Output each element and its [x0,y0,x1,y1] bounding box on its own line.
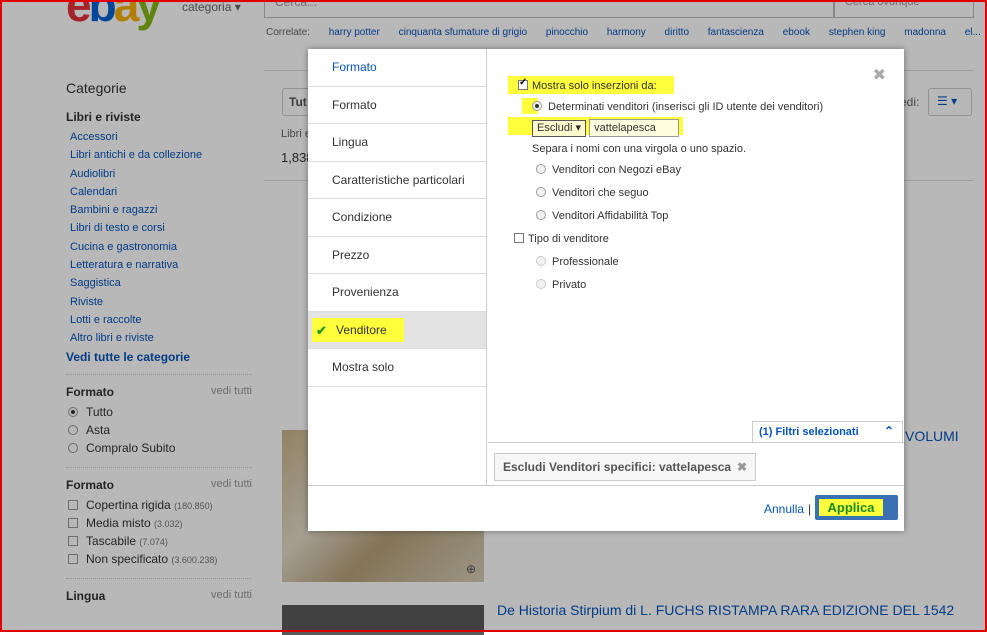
include-exclude-select[interactable]: Escludi ▾ [532,120,587,137]
nav-item-lingua[interactable]: Lingua [308,124,486,162]
nav-item-provenienza[interactable]: Provenienza [308,274,486,312]
radio-icon [536,256,546,266]
radio-icon [536,187,546,197]
radio-icon [536,279,546,289]
checkbox-icon [514,233,524,243]
cancel-link[interactable]: Annulla [764,502,804,516]
chevron-up-icon: ⌃ [883,424,894,438]
seller-option-radio[interactable]: Venditori con Negozi eBay [536,164,681,176]
radio-icon [536,164,546,174]
nav-item-prezzo[interactable]: Prezzo [308,237,486,274]
apply-button[interactable]: Applica [815,495,898,520]
show-only-checkbox[interactable]: Mostra solo inserzioni da: [518,77,657,92]
seller-type-radio[interactable]: Privato [536,279,586,291]
nav-item-venditore[interactable]: ✔ Venditore [308,311,486,349]
filter-modal: Formato Formato Lingua Caratteristiche p… [308,49,904,531]
close-icon[interactable]: ✖ [873,65,886,85]
checkbox-icon [518,77,528,90]
modal-footer: Annulla | Applica [308,485,904,531]
selected-filters-area: Escludi Venditori specifici: vattelapesc… [488,442,904,485]
seller-type-checkbox[interactable]: Tipo di venditore [514,233,609,245]
radio-icon [532,101,542,111]
check-icon: ✔ [316,322,327,338]
seller-type-radio[interactable]: Professionale [536,256,619,268]
seller-option-radio[interactable]: Venditori che seguo [536,187,649,199]
filter-content: ✖ Mostra solo inserzioni da: Determinati… [488,49,904,443]
close-icon[interactable]: ✖ [737,454,747,480]
radio-icon [536,210,546,220]
nav-item-formato-active[interactable]: Formato [308,49,486,87]
nav-item-mostra-solo[interactable]: Mostra solo [308,349,486,387]
nav-item-formato[interactable]: Formato [308,87,486,124]
filter-chip: Escludi Venditori specifici: vattelapesc… [494,453,756,481]
chevron-down-icon: ▾ [575,122,582,134]
seller-ids-input[interactable]: vattelapesca [589,119,680,137]
nav-item-condizione[interactable]: Condizione [308,199,486,237]
seller-id-row: Escludi ▾ vattelapesca [532,119,680,137]
selected-filters-tab[interactable]: (1) Filtri selezionati ⌃ [752,421,903,443]
separator-hint: Separa i nomi con una virgola o uno spaz… [532,143,747,155]
nav-item-caratteristiche[interactable]: Caratteristiche particolari [308,162,486,199]
filter-nav: Formato Formato Lingua Caratteristiche p… [308,49,487,485]
specific-sellers-radio[interactable]: Determinati venditori (inserisci gli ID … [532,101,823,113]
seller-option-radio[interactable]: Venditori Affidabilità Top [536,210,668,222]
separator: | [808,502,812,516]
